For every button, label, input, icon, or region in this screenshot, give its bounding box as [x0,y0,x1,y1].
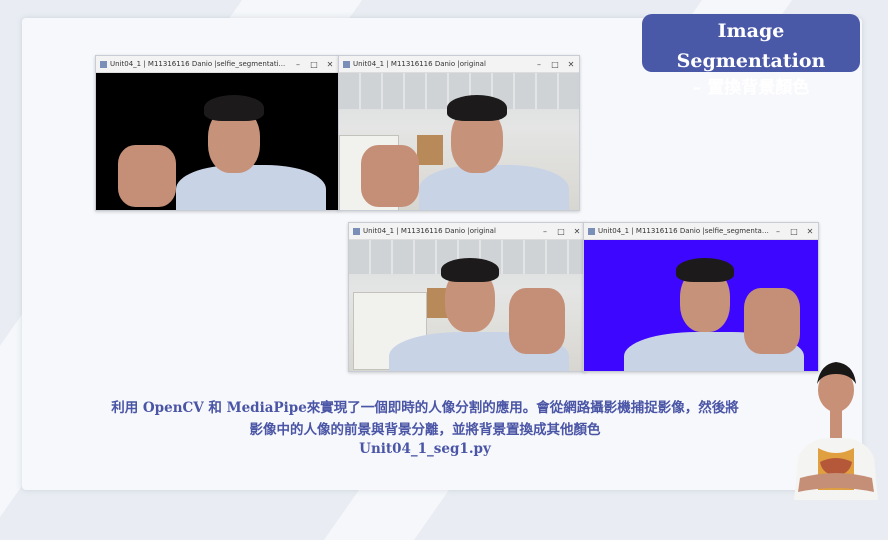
window-titlebar[interactable]: Unit04_1 | M11316116 Danio |selfie_segme… [96,56,338,73]
window-title: Unit04_1 | M11316116 Danio |original [353,60,486,68]
maximize-button[interactable]: □ [306,60,322,69]
minimize-button[interactable]: – [537,227,553,236]
app-icon [588,227,595,235]
original-window-bottom[interactable]: Unit04_1 | M11316116 Danio |original – □… [348,222,586,372]
close-button[interactable]: ✕ [802,227,818,236]
slide-subtitle: – 置換背景顏色 [692,78,810,98]
slide-title: Image Segmentation [676,20,826,72]
original-image [349,240,585,371]
app-icon [353,227,360,235]
maximize-button[interactable]: □ [547,60,563,69]
window-titlebar[interactable]: Unit04_1 | M11316116 Danio |original – □… [339,56,579,73]
minimize-button[interactable]: – [770,227,786,236]
minimize-button[interactable]: – [531,60,547,69]
window-titlebar[interactable]: Unit04_1 | M11316116 Danio |original – □… [349,223,585,240]
presenter-photo [794,362,878,500]
minimize-button[interactable]: – [290,60,306,69]
close-button[interactable]: ✕ [563,60,579,69]
app-icon [343,60,350,68]
original-image [339,73,579,210]
window-title: Unit04_1 | M11316116 Danio |original [363,227,496,235]
title-badge: Image Segmentation – 置換背景顏色 [642,14,860,98]
window-titlebar[interactable]: Unit04_1 | M11316116 Danio |selfie_segme… [584,223,818,240]
segmented-image-blue [584,240,818,371]
original-window-top[interactable]: Unit04_1 | M11316116 Danio |original – □… [338,55,580,211]
window-title: Unit04_1 | M11316116 Danio |selfie_segme… [598,227,770,235]
close-button[interactable]: ✕ [322,60,338,69]
segmentation-window-blue[interactable]: Unit04_1 | M11316116 Danio |selfie_segme… [583,222,819,372]
app-icon [100,60,107,68]
caption-line-2: 影像中的人像的前景與背景分離，並將背景置換成其他顏色 [249,422,601,438]
window-title: Unit04_1 | M11316116 Danio |selfie_segme… [110,60,286,68]
maximize-button[interactable]: □ [553,227,569,236]
segmentation-window-black[interactable]: Unit04_1 | M11316116 Danio |selfie_segme… [95,55,339,211]
script-filename: Unit04_1_seg1.py [359,441,491,457]
maximize-button[interactable]: □ [786,227,802,236]
caption-line-1: 利用 OpenCV 和 MediaPipe來實現了一個即時的人像分割的應用。會從… [111,400,739,416]
segmented-image-black [96,73,338,210]
